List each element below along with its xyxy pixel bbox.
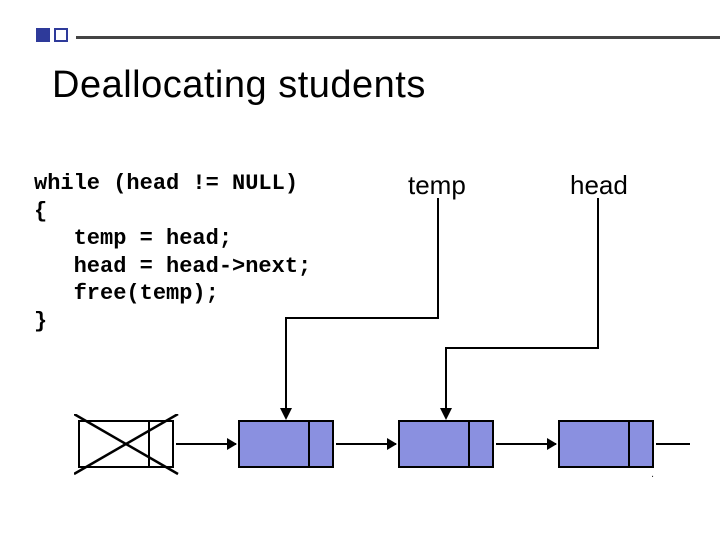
accent-square-icon [36, 28, 50, 42]
list-node [558, 420, 654, 468]
node-next-field [148, 422, 173, 466]
node-body [560, 422, 628, 466]
code-line: } [34, 309, 47, 334]
list-node [398, 420, 494, 468]
code-line: temp = head; [34, 226, 232, 251]
slide-header-bullets [36, 28, 68, 42]
code-block: while (head != NULL) { temp = head; head… [34, 170, 311, 335]
accent-square-outline-icon [54, 28, 68, 42]
tail-null-line [656, 443, 690, 445]
slide-number: . [651, 468, 654, 480]
next-arrow-icon [336, 443, 396, 445]
head-pointer-label: head [570, 170, 628, 201]
temp-pointer-arrow-icon [280, 198, 450, 428]
slide-title: Deallocating students [52, 64, 426, 107]
temp-pointer-label: temp [408, 170, 466, 201]
node-next-field [468, 422, 493, 466]
node-next-field [628, 422, 653, 466]
node-body [80, 422, 148, 466]
next-arrow-icon [496, 443, 556, 445]
list-node-freed [78, 420, 174, 468]
list-node [238, 420, 334, 468]
head-pointer-arrow-icon [440, 198, 620, 428]
code-line: { [34, 199, 47, 224]
node-next-field [308, 422, 333, 466]
code-line: while (head != NULL) [34, 171, 298, 196]
node-body [400, 422, 468, 466]
next-arrow-icon [176, 443, 236, 445]
code-line: free(temp); [34, 281, 219, 306]
node-body [240, 422, 308, 466]
slide-header-rule [76, 36, 720, 39]
code-line: head = head->next; [34, 254, 311, 279]
